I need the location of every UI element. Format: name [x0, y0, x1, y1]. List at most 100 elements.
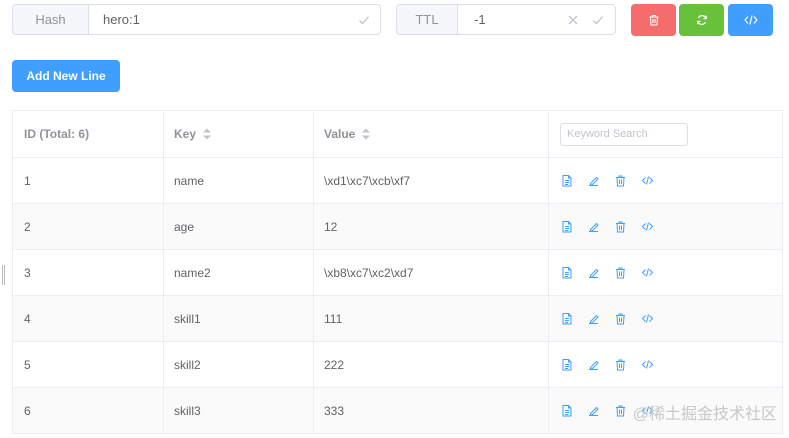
- delete-icon[interactable]: [614, 358, 627, 371]
- header-id-label: ID (Total: 6): [24, 127, 90, 141]
- key-name-input[interactable]: hero:1: [89, 5, 380, 34]
- row-value-cell: 111: [314, 296, 549, 341]
- row-ops-cell: [549, 250, 782, 295]
- row-ops-cell: [549, 204, 782, 249]
- row-key-cell: skill2: [164, 342, 314, 387]
- row-key-cell-text: name: [174, 173, 205, 188]
- table-row: 3 name2 \xb8\xc7\xc2\xd7: [13, 250, 782, 296]
- confirm-check-icon[interactable]: [358, 14, 370, 26]
- row-value-cell-text: 111: [324, 311, 343, 326]
- row-id-cell: 2: [13, 204, 164, 249]
- row-value-cell: \xb8\xc7\xc2\xd7: [314, 250, 549, 295]
- delete-icon[interactable]: [614, 220, 627, 233]
- delete-icon[interactable]: [614, 404, 627, 417]
- view-icon[interactable]: [560, 358, 573, 371]
- trash-icon: [649, 14, 658, 26]
- edit-icon[interactable]: [587, 358, 600, 371]
- refresh-button[interactable]: [679, 4, 724, 36]
- code-icon[interactable]: [641, 358, 654, 371]
- refresh-icon: [696, 15, 707, 25]
- row-ops-cell: [549, 296, 782, 341]
- row-id-cell: 3: [13, 250, 164, 295]
- row-id-cell: 1: [13, 158, 164, 203]
- row-key-cell-text: skill3: [174, 403, 201, 418]
- header-value[interactable]: Value: [314, 111, 549, 157]
- row-key-cell: skill3: [164, 388, 314, 433]
- delete-icon[interactable]: [614, 312, 627, 325]
- delete-icon[interactable]: [614, 266, 627, 279]
- delete-key-button[interactable]: [631, 4, 676, 36]
- row-ops-cell: [549, 158, 782, 203]
- row-key-cell: name: [164, 158, 314, 203]
- row-value-cell-text: \xd1\xc7\xcb\xf7: [324, 173, 411, 188]
- table-row: 1 name \xd1\xc7\xcb\xf7: [13, 158, 782, 204]
- view-icon[interactable]: [560, 174, 573, 187]
- keyword-search-input[interactable]: Keyword Search: [560, 122, 688, 146]
- table-row: 5 skill2 222: [13, 342, 782, 388]
- resize-handle[interactable]: [2, 265, 5, 285]
- row-id-cell-text: 5: [24, 357, 31, 372]
- ttl-label: TTL: [397, 5, 458, 34]
- row-value-cell-text: 333: [324, 403, 345, 418]
- row-ops-cell: [549, 342, 782, 387]
- edit-icon[interactable]: [587, 174, 600, 187]
- row-value-cell-text: \xb8\xc7\xc2\xd7: [324, 265, 414, 280]
- table-row: 2 age 12: [13, 204, 782, 250]
- row-value-cell: 12: [314, 204, 549, 249]
- code-icon[interactable]: [641, 266, 654, 279]
- watermark: @稀土掘金技术社区: [633, 400, 777, 424]
- edit-icon[interactable]: [587, 312, 600, 325]
- key-type-label: Hash: [13, 5, 89, 34]
- header-id: ID (Total: 6): [13, 111, 164, 157]
- row-key-cell: age: [164, 204, 314, 249]
- row-value-cell-text: 12: [324, 219, 338, 234]
- code-icon[interactable]: [641, 174, 654, 187]
- edit-icon[interactable]: [587, 220, 600, 233]
- row-value-cell-text: 222: [324, 357, 345, 372]
- edit-icon[interactable]: [587, 266, 600, 279]
- hash-table: ID (Total: 6) Key Value Keyword Search 1…: [12, 110, 783, 434]
- code-icon: [743, 15, 758, 25]
- table-row: 4 skill1 111: [13, 296, 782, 342]
- row-id-cell: 4: [13, 296, 164, 341]
- row-id-cell-text: 6: [24, 403, 31, 418]
- add-new-line-button[interactable]: Add New Line: [12, 60, 120, 92]
- confirm-check-icon[interactable]: [592, 14, 604, 26]
- delete-icon[interactable]: [614, 174, 627, 187]
- code-icon[interactable]: [641, 220, 654, 233]
- dump-command-button[interactable]: [728, 4, 773, 36]
- key-name-value: hero:1: [103, 12, 140, 27]
- row-id-cell-text: 2: [24, 219, 31, 234]
- table-header: ID (Total: 6) Key Value Keyword Search: [13, 111, 782, 158]
- row-key-cell-text: skill2: [174, 357, 201, 372]
- view-icon[interactable]: [560, 220, 573, 233]
- ttl-field: TTL -1: [396, 4, 616, 35]
- row-value-cell: 222: [314, 342, 549, 387]
- view-icon[interactable]: [560, 312, 573, 325]
- row-key-cell: skill1: [164, 296, 314, 341]
- ttl-input[interactable]: -1: [458, 5, 615, 34]
- edit-icon[interactable]: [587, 404, 600, 417]
- ttl-value: -1: [474, 12, 486, 27]
- view-icon[interactable]: [560, 404, 573, 417]
- sort-icon[interactable]: [361, 127, 371, 141]
- row-value-cell: \xd1\xc7\xcb\xf7: [314, 158, 549, 203]
- row-id-cell: 5: [13, 342, 164, 387]
- header-value-label: Value: [324, 127, 356, 141]
- watermark-text: @稀土掘金技术社区: [632, 406, 777, 423]
- clear-icon[interactable]: [567, 14, 579, 26]
- code-icon[interactable]: [641, 312, 654, 325]
- sort-icon[interactable]: [202, 127, 212, 141]
- row-value-cell: 333: [314, 388, 549, 433]
- header-ops: Keyword Search: [549, 111, 782, 157]
- row-id-cell: 6: [13, 388, 164, 433]
- header-key[interactable]: Key: [164, 111, 314, 157]
- key-name-field: Hash hero:1: [12, 4, 381, 35]
- view-icon[interactable]: [560, 266, 573, 279]
- row-id-cell-text: 4: [24, 311, 31, 326]
- keyword-search-placeholder: Keyword Search: [567, 128, 648, 140]
- row-key-cell-text: age: [174, 219, 195, 234]
- row-id-cell-text: 3: [24, 265, 31, 280]
- row-key-cell-text: skill1: [174, 311, 201, 326]
- row-key-cell: name2: [164, 250, 314, 295]
